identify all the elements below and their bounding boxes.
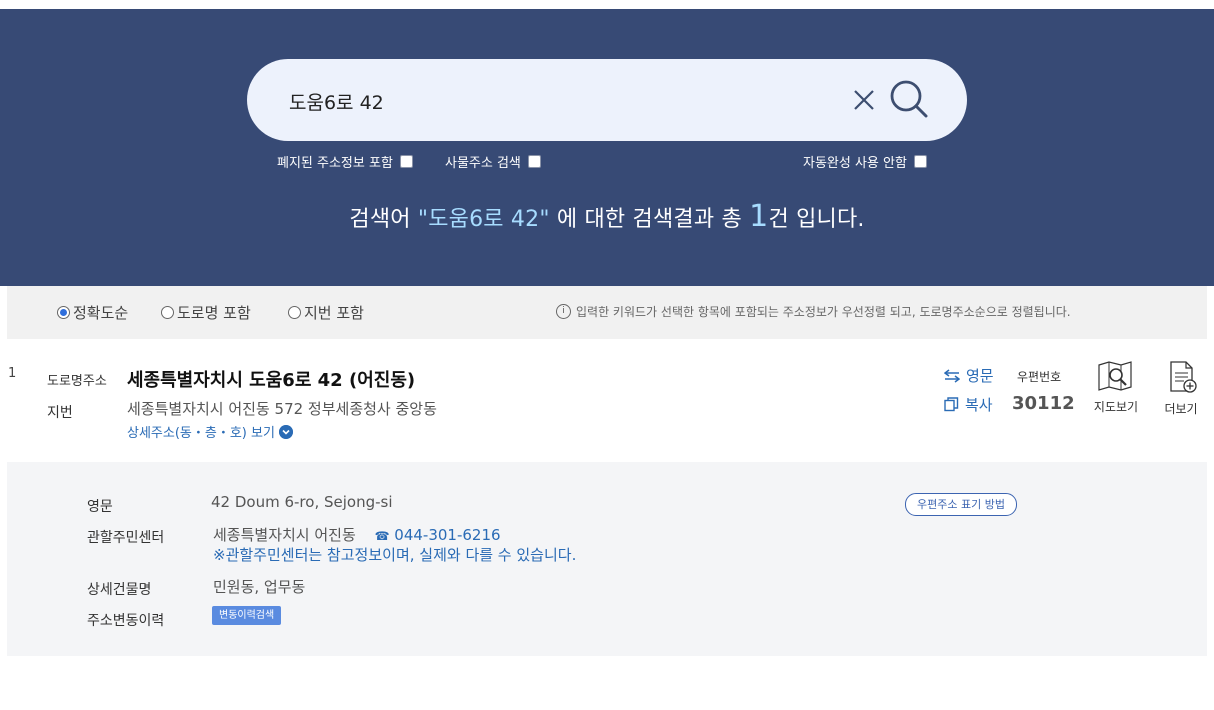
english-button[interactable]: 영문	[944, 365, 994, 386]
no-autocomplete-label: 자동완성 사용 안함	[803, 155, 907, 171]
summary-prefix: 검색어	[349, 207, 418, 232]
document-add-icon	[1170, 361, 1197, 393]
summary-middle: 에 대한 검색결과 총	[549, 207, 750, 232]
postal-code: 30112	[1012, 393, 1075, 414]
sort-accuracy[interactable]: 정확도순	[57, 302, 128, 323]
object-address-label: 사물주소 검색	[445, 155, 521, 171]
postal-code-label: 우편번호	[1017, 370, 1062, 384]
radio-selected-icon[interactable]	[57, 306, 70, 319]
history-search-button[interactable]: 변동이력검색	[212, 606, 282, 625]
more-label: 더보기	[1164, 402, 1198, 416]
center-value-row: 세종특별자치시 어진동 ☎ 044-301-6216	[213, 524, 501, 545]
sort-road-name-label: 도로명 포함	[177, 304, 251, 322]
sort-road-name[interactable]: 도로명 포함	[161, 302, 251, 323]
road-address-label: 도로명주소	[47, 374, 107, 389]
sort-info: i 입력한 키워드가 선택한 항목에 포함되는 주소정보가 우선정렬 되고, 도…	[556, 303, 1071, 320]
radio-icon[interactable]	[288, 306, 301, 319]
copy-icon	[944, 397, 959, 412]
copy-button-label: 복사	[965, 396, 993, 414]
sort-info-text: 입력한 키워드가 선택한 항목에 포함되는 주소정보가 우선정렬 되고, 도로명…	[576, 305, 1071, 319]
english-address: 42 Doum 6-ro, Sejong-si	[211, 493, 393, 511]
postal-method-button[interactable]: 우편주소 표기 방법	[905, 493, 1017, 516]
phone-row[interactable]: ☎ 044-301-6216	[375, 526, 501, 544]
detail-address-label: 상세주소(동・층・호) 보기	[127, 426, 275, 441]
swap-arrows-icon	[944, 368, 960, 383]
include-abolished-checkbox[interactable]	[399, 154, 413, 168]
building-label: 상세건물명	[87, 582, 152, 598]
search-input[interactable]	[287, 81, 831, 121]
road-address: 세종특별자치시 도움6로 42 (어진동)	[127, 370, 416, 391]
sort-accuracy-label: 정확도순	[73, 304, 129, 322]
building-value: 민원동, 업무동	[213, 578, 306, 596]
jibun-address: 세종특별자치시 어진동 572 정부세종청사 중앙동	[127, 400, 437, 418]
radio-icon[interactable]	[161, 306, 174, 319]
search-header: 폐지된 주소정보 포함 사물주소 검색 자동완성 사용 안함 검색어 "도움6로…	[0, 9, 1214, 286]
sort-bar: 정확도순 도로명 포함 지번 포함 i 입력한 키워드가 선택한 항목에 포함되…	[7, 286, 1207, 339]
english-button-label: 영문	[966, 367, 994, 385]
history-label: 주소변동이력	[87, 613, 165, 629]
clear-icon[interactable]	[849, 85, 879, 115]
sort-jibun-label: 지번 포함	[304, 304, 364, 322]
map-view-button[interactable]: 지도보기	[1088, 360, 1144, 415]
object-address-checkbox[interactable]	[527, 154, 541, 168]
english-label: 영문	[87, 499, 113, 515]
phone-number: 044-301-6216	[394, 526, 501, 544]
copy-button[interactable]: 복사	[944, 394, 993, 415]
center-note: ※관할주민센터는 참고정보이며, 실제와 다를 수 있습니다.	[213, 546, 577, 564]
sort-jibun[interactable]: 지번 포함	[288, 302, 364, 323]
no-autocomplete-option[interactable]: 자동완성 사용 안함	[803, 152, 927, 171]
chevron-down-icon	[278, 424, 293, 439]
summary-count: 1	[749, 199, 769, 234]
detail-address-link[interactable]: 상세주소(동・층・호) 보기	[127, 422, 293, 441]
result-summary: 검색어 "도움6로 42" 에 대한 검색결과 총 1건 입니다.	[0, 199, 1214, 234]
info-icon: i	[556, 304, 571, 319]
more-button[interactable]: 더보기	[1158, 360, 1204, 417]
phone-icon: ☎	[374, 529, 390, 543]
result-number: 1	[8, 366, 17, 381]
map-search-icon	[1098, 361, 1132, 391]
jibun-label: 지번	[47, 405, 73, 421]
center-label: 관할주민센터	[87, 530, 165, 546]
search-box	[247, 59, 967, 141]
map-view-label: 지도보기	[1093, 400, 1139, 414]
include-abolished-label: 폐지된 주소정보 포함	[277, 155, 393, 171]
search-icon[interactable]	[888, 78, 930, 120]
include-abolished-option[interactable]: 폐지된 주소정보 포함	[277, 152, 413, 171]
detail-panel: 영문 42 Doum 6-ro, Sejong-si 우편주소 표기 방법 관할…	[7, 462, 1207, 656]
summary-keyword: "도움6로 42"	[417, 207, 550, 232]
summary-suffix: 건 입니다.	[768, 207, 865, 232]
object-address-option[interactable]: 사물주소 검색	[445, 152, 541, 171]
no-autocomplete-checkbox[interactable]	[913, 154, 927, 168]
center-value: 세종특별자치시 어진동	[213, 526, 356, 544]
